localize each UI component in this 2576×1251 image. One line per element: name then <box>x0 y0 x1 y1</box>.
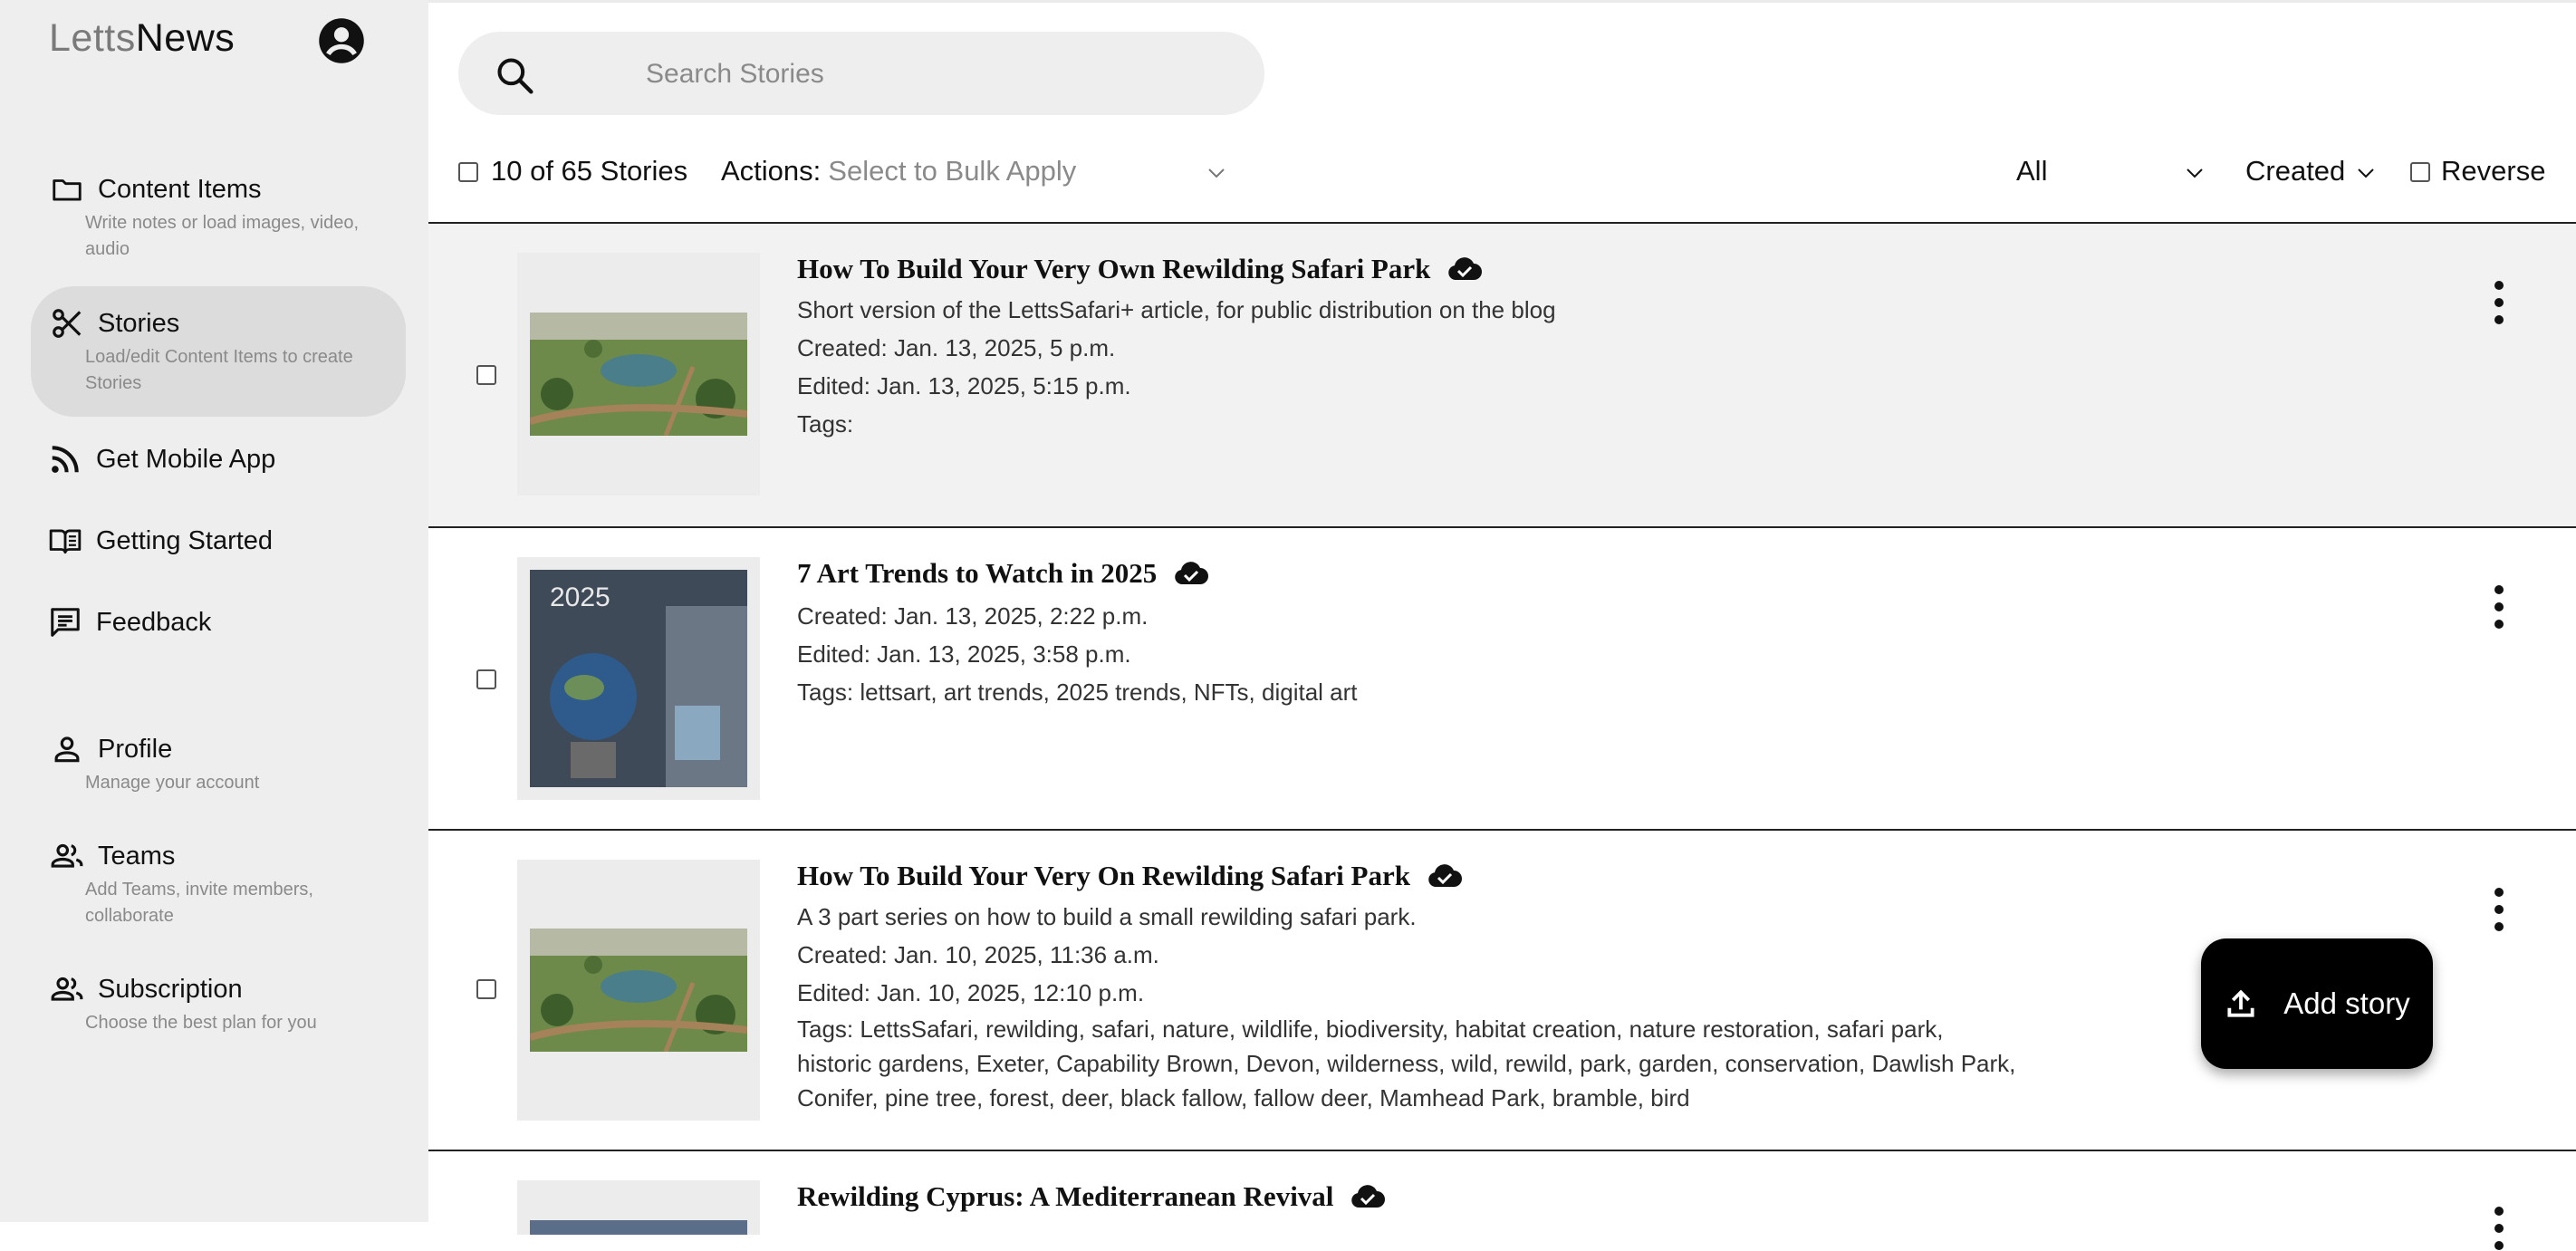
upload-icon <box>2227 989 2254 1017</box>
story-summary: A 3 part series on how to build a small … <box>797 903 1417 930</box>
rss-icon <box>47 441 83 477</box>
cloud-done-icon <box>1351 1185 1386 1208</box>
actions-placeholder: Select to Bulk Apply <box>828 155 1077 187</box>
story-tags: Tags: <box>797 410 854 438</box>
cloud-done-icon <box>1175 562 1209 584</box>
group-icon <box>49 971 85 1007</box>
story-thumbnail[interactable]: 2025 <box>517 557 760 800</box>
sidebar-item-label: Subscription <box>98 974 243 1004</box>
sidebar-item-label: Profile <box>98 734 173 764</box>
sidebar-item-feedback[interactable]: Feedback <box>31 601 406 643</box>
add-story-label: Add story <box>2283 986 2410 1020</box>
sidebar-item-subscription[interactable]: Subscription Choose the best plan for yo… <box>31 968 406 1036</box>
more-vert-icon[interactable] <box>2494 280 2504 325</box>
story-title[interactable]: Rewilding Cyprus: A Mediterranean Reviva… <box>797 1180 1386 1213</box>
reverse-checkbox[interactable] <box>2410 162 2430 182</box>
story-row[interactable]: How To Build Your Very Own Rewilding Saf… <box>428 224 2576 528</box>
group-icon <box>49 838 85 874</box>
select-all-checkbox[interactable] <box>458 162 478 182</box>
sidebar-item-profile[interactable]: Profile Manage your account <box>31 728 406 796</box>
sidebar-item-stories[interactable]: Stories Load/edit Content Items to creat… <box>31 286 406 417</box>
sidebar: LettsNews Content Items Write notes or l… <box>0 0 428 1222</box>
story-created: Created: Jan. 13, 2025, 5 p.m. <box>797 334 1116 361</box>
story-edited: Edited: Jan. 10, 2025, 12:10 p.m. <box>797 979 1145 1006</box>
bulk-actions-select[interactable]: Actions: Select to Bulk Apply <box>721 155 1076 188</box>
sidebar-item-desc: Add Teams, invite members, collaborate <box>85 880 313 926</box>
svg-text:2025: 2025 <box>550 582 610 612</box>
story-checkbox[interactable] <box>476 669 496 689</box>
story-thumbnail[interactable] <box>517 253 760 496</box>
person-icon <box>49 731 85 767</box>
sidebar-item-desc: Load/edit Content Items to create Storie… <box>85 347 353 393</box>
sidebar-item-teams[interactable]: Teams Add Teams, invite members, collabo… <box>31 835 406 929</box>
story-tags: Tags: lettsart, art trends, 2025 trends,… <box>797 678 1358 706</box>
sidebar-item-label: Getting Started <box>96 525 274 555</box>
story-count: 10 of 65 Stories <box>491 155 688 187</box>
more-vert-icon[interactable] <box>2494 584 2504 630</box>
art-trends-image: 2025 <box>530 570 747 787</box>
story-summary: Short version of the LettsSafari+ articl… <box>797 296 1556 323</box>
reverse-label: Reverse <box>2441 155 2546 187</box>
story-row[interactable]: 2025 7 Art Trends to Watch in 2025 Creat… <box>428 528 2576 831</box>
story-thumbnail[interactable] <box>517 1180 760 1235</box>
feedback-icon <box>47 604 83 640</box>
more-vert-icon[interactable] <box>2494 1206 2504 1251</box>
toolbar: 10 of 65 Stories Actions: Select to Bulk … <box>428 148 2576 224</box>
sidebar-item-get-mobile-app[interactable]: Get Mobile App <box>31 438 406 480</box>
book-icon <box>47 523 83 559</box>
search-input[interactable] <box>644 50 1209 99</box>
sidebar-item-desc: Write notes or load images, video, audio <box>85 213 360 259</box>
sidebar-item-content-items[interactable]: Content Items Write notes or load images… <box>31 168 406 263</box>
story-checkbox[interactable] <box>476 979 496 999</box>
sidebar-item-desc: Choose the best plan for you <box>85 1013 317 1033</box>
account-circle-icon[interactable] <box>317 16 366 65</box>
story-thumbnail[interactable] <box>517 860 760 1121</box>
search-bar[interactable] <box>458 32 1264 115</box>
search-icon[interactable] <box>495 55 534 95</box>
more-vert-icon[interactable] <box>2494 887 2504 932</box>
story-created: Created: Jan. 13, 2025, 2:22 p.m. <box>797 602 1149 630</box>
filter-select[interactable]: All <box>2016 155 2047 188</box>
story-edited: Edited: Jan. 13, 2025, 3:58 p.m. <box>797 640 1131 668</box>
sidebar-item-getting-started[interactable]: Getting Started <box>31 520 406 562</box>
story-title[interactable]: 7 Art Trends to Watch in 2025 <box>797 557 1209 590</box>
story-created: Created: Jan. 10, 2025, 11:36 a.m. <box>797 941 1159 968</box>
app-logo[interactable]: LettsNews <box>49 16 235 61</box>
actions-label: Actions: <box>721 155 822 187</box>
chevron-down-icon[interactable] <box>2184 164 2206 182</box>
story-edited: Edited: Jan. 13, 2025, 5:15 p.m. <box>797 372 1131 399</box>
cyprus-image <box>530 1220 747 1235</box>
scissors-icon <box>49 305 85 342</box>
story-row[interactable]: Rewilding Cyprus: A Mediterranean Reviva… <box>428 1151 2576 1250</box>
safari-park-image <box>530 929 747 1052</box>
cloud-done-icon <box>1428 864 1462 887</box>
sidebar-item-label: Teams <box>98 841 176 871</box>
sidebar-item-label: Get Mobile App <box>96 444 276 474</box>
folder-icon <box>49 171 85 207</box>
story-checkbox[interactable] <box>476 365 496 385</box>
story-title[interactable]: How To Build Your Very Own Rewilding Saf… <box>797 253 1483 285</box>
sidebar-item-label: Content Items <box>98 174 262 204</box>
sidebar-item-label: Feedback <box>96 607 212 637</box>
add-story-button[interactable]: Add story <box>2201 938 2433 1069</box>
chevron-down-icon[interactable] <box>1206 164 1227 182</box>
sort-select[interactable]: Created <box>2245 155 2345 188</box>
chevron-down-icon[interactable] <box>2355 164 2377 182</box>
story-tags: Tags: LettsSafari, rewilding, safari, na… <box>797 1015 2016 1111</box>
safari-park-image <box>530 313 747 436</box>
cloud-done-icon <box>1448 257 1483 280</box>
sidebar-item-label: Stories <box>98 308 180 338</box>
sidebar-item-desc: Manage your account <box>85 773 260 793</box>
story-title[interactable]: How To Build Your Very On Rewilding Safa… <box>797 860 1463 892</box>
